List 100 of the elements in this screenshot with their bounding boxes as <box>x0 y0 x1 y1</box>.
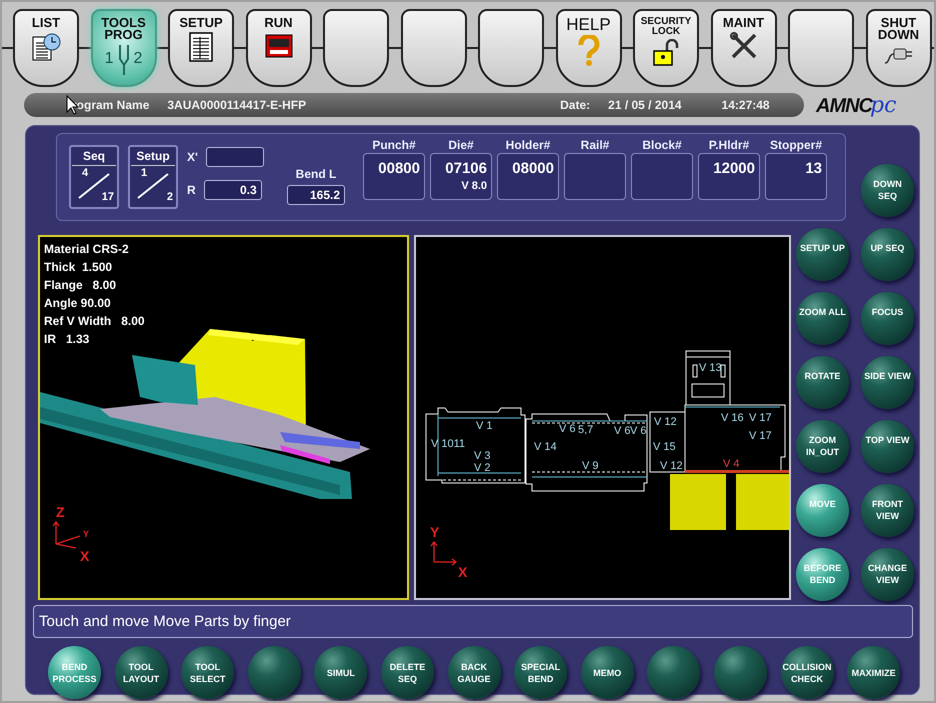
tool-label: Rail# <box>580 138 610 152</box>
round-button[interactable]: UP SEQ <box>861 228 914 281</box>
menu-tab[interactable]: TOOLS PROG 1 2 <box>90 9 156 87</box>
round-button[interactable]: DELETE SEQ <box>380 646 434 699</box>
step-number: 1 <box>104 50 114 68</box>
round-button[interactable]: CHANGE VIEW <box>861 548 914 601</box>
x-prime-label: X' <box>187 150 198 164</box>
round-button[interactable]: FOCUS <box>861 292 914 345</box>
menu-tab[interactable]: SETUP <box>168 9 234 87</box>
menu-tab[interactable]: HELP <box>556 9 622 87</box>
menu-tab[interactable] <box>788 9 854 87</box>
tools-icon <box>728 31 758 61</box>
menu-tab[interactable]: SECURITY LOCK <box>633 9 699 87</box>
round-button[interactable] <box>647 646 700 699</box>
round-button[interactable]: SIDE VIEW <box>861 356 914 409</box>
fraction-total: 2 <box>166 191 173 203</box>
menu-tab[interactable] <box>323 9 389 87</box>
round-button[interactable]: ZOOM IN_OUT <box>796 420 849 473</box>
tool-field[interactable] <box>564 153 626 200</box>
tool-number: 07106 <box>445 160 487 177</box>
fraction-total: 17 <box>102 191 114 203</box>
bend-length-field[interactable]: 165.2 <box>287 185 345 205</box>
bend-label: 5,7 <box>578 424 594 436</box>
round-button[interactable]: SETUP UP <box>796 228 849 281</box>
bend-label: V 17 <box>749 430 772 442</box>
menu-tab[interactable]: RUN <box>246 9 312 87</box>
sheet-icon <box>188 31 214 63</box>
fraction-current: 4 <box>82 167 88 179</box>
tool-sub-value: V 8.0 <box>461 180 487 192</box>
round-button[interactable]: ZOOM ALL <box>796 292 849 345</box>
bend-label: V 6 <box>559 423 576 435</box>
material-info-text: Material CRS-2 <box>44 241 130 257</box>
round-button[interactable]: TOP VIEW <box>861 420 914 473</box>
tool-label: Block# <box>642 138 682 152</box>
menu-tab[interactable]: MAINT <box>710 9 776 87</box>
round-button[interactable] <box>248 646 301 699</box>
tool-number: 12000 <box>713 160 755 177</box>
bend-label: V 4 <box>723 458 740 470</box>
round-button[interactable]: TOOL SELECT <box>181 646 234 699</box>
tool-label: Holder# <box>506 138 550 152</box>
date: 21 / 05 / 2014 <box>608 98 682 112</box>
tool-field[interactable]: 13 <box>765 153 827 200</box>
bend-label: V 3 <box>474 450 491 462</box>
fraction-label: Setup <box>131 147 175 166</box>
bend-label: V 6 <box>630 425 647 437</box>
open-padlock-icon <box>651 39 681 67</box>
axis-label: Z <box>56 504 65 520</box>
tool-field[interactable]: 07106 V 8.0 <box>430 153 492 200</box>
bend-icon <box>116 43 130 75</box>
tool-field[interactable] <box>631 153 693 200</box>
material-info-text: Angle 90.00 <box>44 295 112 311</box>
menu-tab[interactable]: LIST <box>13 9 79 87</box>
material-info-text: Ref V Width 8.00 <box>44 313 145 329</box>
axis-arrows-icon <box>430 540 458 566</box>
round-button[interactable]: DOWN SEQ <box>861 164 914 217</box>
bend-label: V 16 <box>721 412 744 424</box>
material-info-text: IR 1.33 <box>44 331 90 347</box>
tool-field[interactable]: 12000 <box>698 153 760 200</box>
bend-label: V 12 <box>660 460 683 472</box>
fraction-label: Seq <box>72 147 116 166</box>
axis-label: X <box>80 548 90 564</box>
round-button[interactable]: FRONT VIEW <box>861 484 914 537</box>
round-button[interactable]: MAXIMIZE <box>847 646 900 699</box>
menu-tab[interactable] <box>478 9 544 87</box>
menu-tab[interactable] <box>400 9 466 87</box>
r-field[interactable]: 0.3 <box>204 180 262 200</box>
bend-label: V 2 <box>474 462 491 474</box>
message-text: Touch and move Move Parts by finger <box>39 613 291 630</box>
fraction-current: 1 <box>141 167 148 179</box>
bend-label: V 17 <box>749 412 772 424</box>
round-button[interactable]: SPECIAL BEND <box>514 646 568 699</box>
round-button[interactable]: SIMUL <box>314 646 368 699</box>
bend-label: V 9 <box>582 460 599 472</box>
bend-label: V 15 <box>653 441 676 453</box>
tool-field[interactable]: 08000 <box>497 153 559 200</box>
bend-label: V 12 <box>654 416 677 428</box>
round-button[interactable]: COLLISION CHECK <box>780 646 834 699</box>
tool-label: P.Hldr# <box>708 138 750 152</box>
axis-label: X <box>458 564 468 580</box>
round-button[interactable] <box>714 646 767 699</box>
material-info-text: Thick 1.500 <box>44 259 114 275</box>
tool-number: 13 <box>805 160 822 177</box>
bend-label: V 6 <box>614 425 631 437</box>
round-button[interactable]: TOOL LAYOUT <box>114 646 168 699</box>
tool-label: Punch# <box>372 138 416 152</box>
bend-label: V 14 <box>534 441 557 453</box>
round-button[interactable]: MEMO <box>580 646 634 699</box>
tool-number: 08000 <box>512 160 554 177</box>
bend-length-label: Bend L <box>296 167 336 181</box>
tool-field[interactable]: 00800 <box>363 153 425 200</box>
tool-label: Die# <box>448 138 474 152</box>
date-label: Date: <box>560 98 590 112</box>
round-button[interactable]: BACK GAUGE <box>448 646 501 699</box>
material-info-text: Flange 8.00 <box>44 277 118 293</box>
round-button[interactable]: ROTATE <box>796 356 849 409</box>
menu-tab[interactable]: SHUT DOWN <box>866 9 932 87</box>
step-number: 2 <box>134 50 142 68</box>
logo-text: AMNC <box>816 94 872 116</box>
x-prime-field[interactable] <box>206 147 264 167</box>
program-name: 3AUA0000114417-E-HFP <box>167 98 306 112</box>
